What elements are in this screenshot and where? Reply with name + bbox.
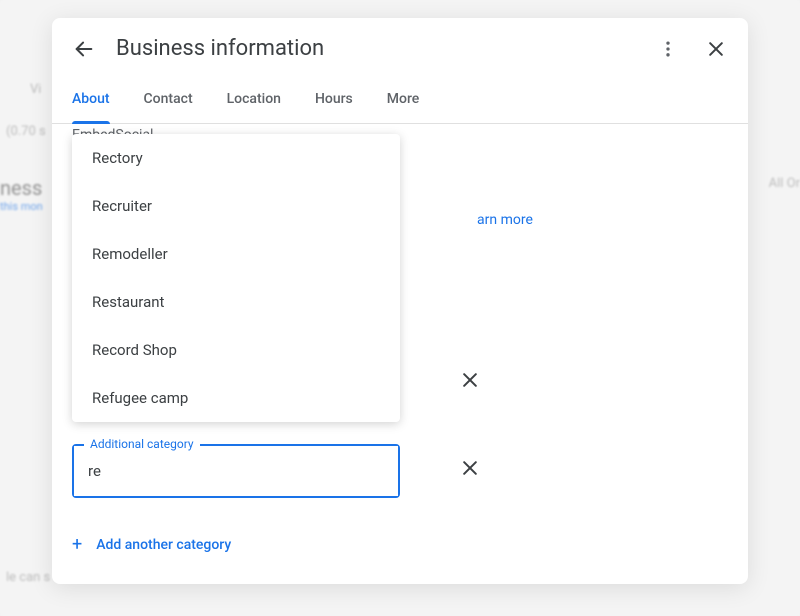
add-another-category-button[interactable]: + Add another category (72, 534, 231, 555)
dropdown-item[interactable]: Restaurant (72, 278, 400, 326)
dropdown-item[interactable]: Rectory (72, 134, 400, 182)
tab-location[interactable]: Location (227, 77, 281, 123)
dropdown-item[interactable]: Record Shop (72, 326, 400, 374)
dropdown-item[interactable]: Refugee camp (72, 374, 400, 422)
add-another-label: Add another category (96, 537, 231, 553)
close-button[interactable] (704, 37, 728, 61)
tab-hours[interactable]: Hours (315, 77, 353, 123)
tab-bar: About Contact Location Hours More (52, 77, 748, 124)
additional-category-group: Additional category (72, 444, 400, 498)
tab-about[interactable]: About (72, 77, 110, 123)
remove-category-button-2[interactable] (460, 458, 480, 482)
input-label: Additional category (84, 437, 200, 451)
plus-icon: + (72, 534, 82, 555)
dropdown-item[interactable]: Remodeller (72, 230, 400, 278)
additional-category-input[interactable] (74, 446, 398, 496)
modal-title: Business information (116, 36, 656, 61)
back-button[interactable] (72, 37, 96, 61)
learn-more-link[interactable]: arn more (477, 212, 533, 228)
modal-body: EmbedSocial arn more Rectory Recruiter R… (52, 124, 748, 584)
modal-header: Business information (52, 18, 748, 77)
more-options-button[interactable] (656, 37, 680, 61)
business-info-modal: Business information About Contact Locat… (52, 18, 748, 584)
tab-more[interactable]: More (387, 77, 420, 123)
remove-category-button-1[interactable] (460, 370, 480, 394)
tab-contact[interactable]: Contact (144, 77, 193, 123)
dropdown-item[interactable]: Recruiter (72, 182, 400, 230)
category-dropdown: Rectory Recruiter Remodeller Restaurant … (72, 134, 400, 422)
